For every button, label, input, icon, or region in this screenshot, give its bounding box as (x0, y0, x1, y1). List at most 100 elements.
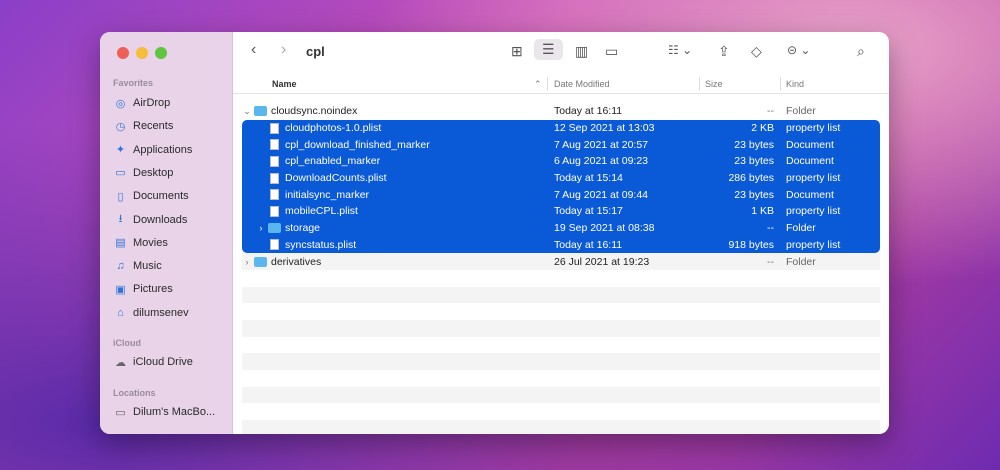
file-name: DownloadCounts.plist (285, 172, 387, 185)
search-icon[interactable]: ⌕ (857, 43, 865, 60)
disclosure-collapsed-icon[interactable]: › (242, 257, 252, 267)
icon-view-button[interactable]: ⊞ (511, 43, 523, 60)
sidebar-item-applications[interactable]: ✦ Applications (114, 140, 229, 160)
sidebar-item-documents[interactable]: ▯ Documents (114, 186, 229, 206)
empty-row (242, 319, 880, 337)
more-actions-button[interactable]: ⊝ ⌄ (787, 43, 810, 57)
file-name: cloudsync.noindex (271, 105, 358, 118)
file-list: ⌄ cloudsync.noindex Today at 16:11 -- Fol… (242, 103, 880, 434)
file-kind: Document (786, 188, 834, 201)
sort-ascending-icon: ⌃ (534, 79, 542, 89)
disclosure-collapsed-icon[interactable]: › (256, 223, 266, 233)
sidebar-item-pictures[interactable]: ▣ Pictures (114, 279, 229, 299)
table-row[interactable]: › storage 19 Sep 2021 at 08:38 -- Folder (242, 219, 880, 237)
music-icon: ♫ (116, 260, 125, 273)
table-row[interactable]: cpl_download_finished_marker 7 Aug 2021 … (242, 136, 880, 154)
table-row[interactable]: initialsync_marker 7 Aug 2021 at 09:44 2… (242, 186, 880, 204)
empty-row (242, 303, 880, 320)
list-view-button[interactable]: ☰ (534, 39, 563, 60)
table-row[interactable]: ⌄ cloudsync.noindex Today at 16:11 -- Fol… (242, 103, 880, 120)
gallery-view-button[interactable]: ▭ (605, 43, 618, 60)
file-name: storage (285, 222, 321, 235)
file-icon (270, 172, 279, 184)
column-name[interactable]: Name (272, 79, 297, 89)
file-icon (270, 155, 279, 167)
file-name: initialsync_marker (285, 188, 370, 201)
file-date: 7 Aug 2021 at 20:57 (554, 138, 649, 151)
empty-row (242, 353, 880, 370)
main-pane: ‹ › cpl ⊞ ☰ ▥ ▭ ☷ ⌄ ⇪ ◇ ⊝ ⌄ ⌕ Name ⌃ Dat… (233, 32, 889, 434)
table-row[interactable]: mobileCPL.plist Today at 15:17 1 KB prop… (242, 203, 880, 220)
empty-row (242, 386, 880, 404)
minimize-button[interactable] (136, 47, 148, 59)
cloud-icon: ☁ (115, 356, 126, 369)
desktop-icon: ▭ (115, 167, 126, 180)
sidebar-item-icloud-drive[interactable]: ☁ iCloud Drive (114, 352, 229, 372)
file-date: 6 Aug 2021 at 09:23 (554, 155, 649, 168)
finder-window: Favorites ◎ AirDrop ◷ Recents ✦ Applications ▭ D… (100, 32, 889, 434)
file-size: -- (767, 222, 774, 235)
column-size[interactable]: Size (705, 79, 723, 89)
file-size: 2 KB (751, 122, 774, 135)
sidebar-item-recents[interactable]: ◷ Recents (114, 116, 229, 136)
sidebar-item-music[interactable]: ♫ Music (114, 256, 229, 276)
group-button[interactable]: ☷ ⌄ (668, 43, 692, 57)
sidebar-item-label: Music (133, 260, 162, 273)
sidebar-section-favorites: Favorites (113, 78, 154, 88)
file-date: Today at 15:14 (554, 172, 623, 185)
zoom-button[interactable] (155, 47, 167, 59)
column-divider[interactable] (699, 77, 700, 91)
file-size: -- (767, 105, 774, 118)
file-icon (270, 189, 279, 201)
file-size: 1 KB (751, 205, 774, 218)
sidebar-item-desktop[interactable]: ▭ Desktop (114, 163, 229, 183)
table-row[interactable]: syncstatus.plist Today at 16:11 918 byte… (242, 236, 880, 254)
table-row[interactable]: cpl_enabled_marker 6 Aug 2021 at 09:23 2… (242, 153, 880, 170)
file-name: cloudphotos-1.0.plist (285, 122, 382, 135)
table-row[interactable]: DownloadCounts.plist Today at 15:14 286 … (242, 169, 880, 187)
column-divider[interactable] (547, 77, 548, 91)
forward-button[interactable]: › (281, 41, 286, 59)
file-icon (270, 139, 279, 151)
close-button[interactable] (117, 47, 129, 59)
file-date: Today at 16:11 (554, 105, 623, 118)
column-view-button[interactable]: ▥ (575, 43, 588, 60)
sidebar-item-movies[interactable]: ▤ Movies (114, 233, 229, 253)
applications-icon: ✦ (115, 144, 126, 157)
table-row[interactable]: › derivatives 26 Jul 2021 at 19:23 -- Fol… (242, 253, 880, 270)
share-icon[interactable]: ⇪ (718, 43, 730, 60)
laptop-icon: ▭ (115, 406, 126, 419)
sidebar-item-downloads[interactable]: ⭳ Downloads (114, 210, 229, 230)
file-kind: property list (786, 205, 841, 218)
empty-row (242, 337, 880, 354)
document-icon: ▯ (117, 190, 124, 203)
folder-icon (254, 256, 267, 267)
disclosure-expanded-icon[interactable]: ⌄ (242, 106, 252, 117)
file-kind: property list (786, 172, 841, 185)
empty-row (242, 270, 880, 287)
file-name: mobileCPL.plist (285, 205, 358, 218)
file-size: 23 bytes (734, 155, 774, 168)
sidebar-item-label: Applications (133, 143, 193, 156)
tag-icon[interactable]: ◇ (751, 43, 762, 60)
file-date: Today at 16:11 (554, 238, 623, 251)
sidebar-item-label: Documents (133, 190, 189, 203)
table-row[interactable]: cloudphotos-1.0.plist 12 Sep 2021 at 13:… (242, 119, 880, 137)
file-size: 23 bytes (734, 138, 774, 151)
sidebar-item-dilum-s-macbo-[interactable]: ▭ Dilum's MacBo... (114, 402, 229, 422)
file-kind: Folder (786, 105, 816, 118)
file-icon (270, 205, 279, 217)
sidebar-item-label: Recents (133, 120, 174, 133)
sidebar-item-dilumsenev[interactable]: ⌂ dilumsenev (114, 303, 229, 323)
sidebar-item-label: Pictures (133, 283, 173, 296)
file-size: 286 bytes (728, 172, 774, 185)
column-divider[interactable] (780, 77, 781, 91)
sidebar-item-label: AirDrop (133, 97, 171, 109)
toolbar: ‹ › cpl ⊞ ☰ ▥ ▭ ☷ ⌄ ⇪ ◇ ⊝ ⌄ ⌕ (233, 32, 889, 72)
back-button[interactable]: ‹ (251, 41, 256, 59)
column-date[interactable]: Date Modified (554, 79, 610, 89)
file-kind: Folder (786, 222, 816, 235)
photo-icon: ▣ (115, 283, 126, 296)
column-kind[interactable]: Kind (786, 79, 804, 89)
sidebar-item-airdrop[interactable]: ◎ AirDrop (114, 93, 229, 113)
